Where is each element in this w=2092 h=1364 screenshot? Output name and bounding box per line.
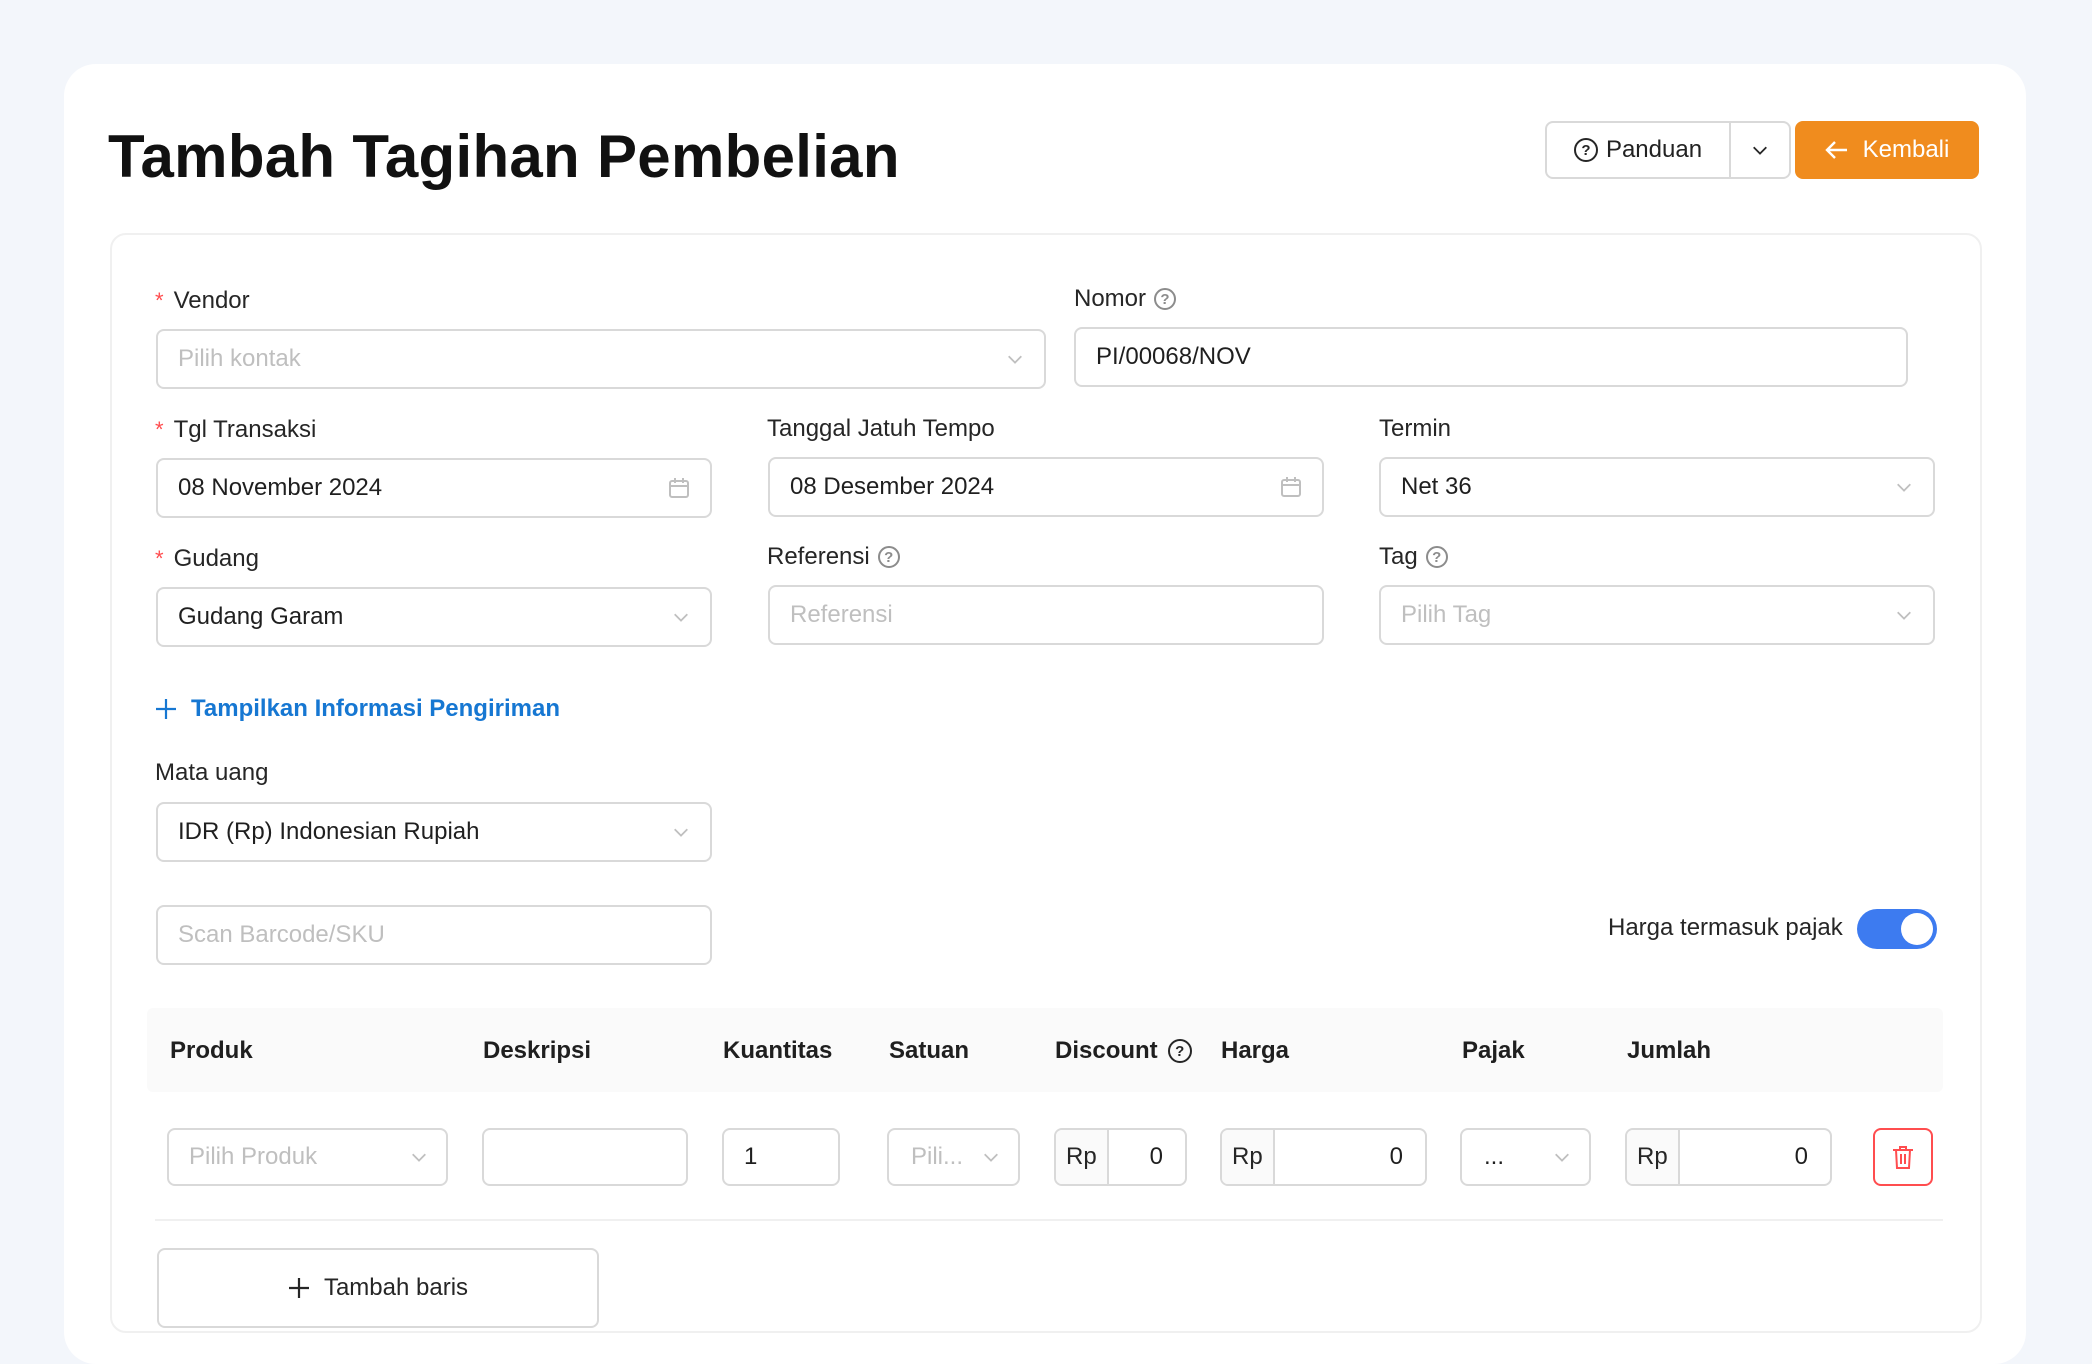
chevron-down-icon <box>1555 1153 1569 1162</box>
termin-label: Termin <box>1379 415 1452 442</box>
required-asterisk: * <box>155 417 164 442</box>
calendar-icon <box>669 478 689 498</box>
col-header-satuan: Satuan <box>889 1037 970 1064</box>
jatuh-tempo-label: Tanggal Jatuh Tempo <box>767 415 995 442</box>
help-circle-icon[interactable]: ? <box>1167 1039 1192 1063</box>
currency-addon: Rp <box>1222 1130 1275 1184</box>
gudang-label: * Gudang <box>155 545 259 572</box>
help-circle-icon[interactable]: ? <box>1154 288 1177 310</box>
pajak-select[interactable]: ... <box>1460 1128 1591 1186</box>
col-header-produk: Produk <box>170 1037 253 1064</box>
chevron-down-icon <box>984 1153 998 1162</box>
chevron-down-icon <box>674 828 688 837</box>
show-shipping-info-link[interactable]: Tampilkan Informasi Pengiriman <box>155 695 560 723</box>
discount-input[interactable]: Rp 0 <box>1054 1128 1187 1186</box>
mata-uang-label: Mata uang <box>155 759 269 786</box>
add-row-button[interactable]: Tambah baris <box>157 1248 599 1328</box>
vendor-label: * Vendor <box>155 287 250 314</box>
referensi-input[interactable]: Referensi <box>768 585 1324 645</box>
nomor-input[interactable]: PI/00068/NOV <box>1074 327 1908 387</box>
jatuh-tempo-datepicker[interactable]: 08 Desember 2024 <box>768 457 1324 517</box>
row-divider <box>155 1219 1943 1221</box>
col-header-harga: Harga <box>1221 1037 1290 1064</box>
chevron-down-icon <box>1008 355 1022 364</box>
satuan-select[interactable]: Pili... <box>887 1128 1020 1186</box>
delete-row-button[interactable] <box>1873 1128 1933 1186</box>
guide-button-group: ? Panduan <box>1545 121 1791 179</box>
guide-button[interactable]: ? Panduan <box>1545 121 1731 179</box>
col-header-jumlah: Jumlah <box>1627 1037 1712 1064</box>
nomor-label: Nomor ? <box>1074 285 1177 313</box>
back-button[interactable]: Kembali <box>1795 121 1979 179</box>
required-asterisk: * <box>155 288 164 313</box>
page-title: Tambah Tagihan Pembelian <box>108 123 900 190</box>
col-header-pajak: Pajak <box>1462 1037 1525 1064</box>
chevron-down-icon <box>1897 483 1911 492</box>
toggle-knob <box>1901 913 1933 945</box>
harga-input[interactable]: Rp 0 <box>1220 1128 1427 1186</box>
tag-label: Tag ? <box>1379 543 1448 571</box>
produk-select[interactable]: Pilih Produk <box>167 1128 448 1186</box>
referensi-label: Referensi ? <box>767 543 900 571</box>
currency-addon: Rp <box>1056 1130 1109 1184</box>
deskripsi-input[interactable] <box>482 1128 688 1186</box>
guide-button-label: Panduan <box>1605 136 1703 163</box>
plus-icon <box>288 1278 309 1298</box>
plus-icon <box>156 699 176 719</box>
tax-inclusive-label: Harga termasuk pajak <box>1608 914 1843 941</box>
arrow-left-icon <box>1824 141 1847 159</box>
trash-icon <box>1893 1146 1913 1169</box>
jumlah-input[interactable]: Rp 0 <box>1625 1128 1832 1186</box>
chevron-down-icon <box>1897 611 1911 620</box>
vendor-select[interactable]: Pilih kontak <box>156 329 1046 389</box>
chevron-down-icon <box>1753 146 1767 155</box>
help-circle-icon[interactable]: ? <box>877 546 900 568</box>
currency-addon: Rp <box>1627 1130 1680 1184</box>
help-circle-icon: ? <box>1573 138 1598 162</box>
back-button-label: Kembali <box>1862 136 1950 163</box>
kuantitas-input[interactable]: 1 <box>722 1128 840 1186</box>
col-header-discount: Discount ? <box>1055 1037 1192 1065</box>
chevron-down-icon <box>674 613 688 622</box>
termin-select[interactable]: Net 36 <box>1379 457 1935 517</box>
required-asterisk: * <box>155 546 164 571</box>
col-header-deskripsi: Deskripsi <box>483 1037 592 1064</box>
tag-select[interactable]: Pilih Tag <box>1379 585 1935 645</box>
gudang-select[interactable]: Gudang Garam <box>156 587 712 647</box>
col-header-kuantitas: Kuantitas <box>723 1037 833 1064</box>
help-circle-icon[interactable]: ? <box>1425 546 1448 568</box>
calendar-icon <box>1281 477 1301 497</box>
tgl-transaksi-label: * Tgl Transaksi <box>155 416 317 443</box>
mata-uang-select[interactable]: IDR (Rp) Indonesian Rupiah <box>156 802 712 862</box>
scan-barcode-input[interactable]: Scan Barcode/SKU <box>156 905 712 965</box>
tgl-transaksi-datepicker[interactable]: 08 November 2024 <box>156 458 712 518</box>
chevron-down-icon <box>412 1153 426 1162</box>
tax-inclusive-toggle[interactable] <box>1857 909 1937 949</box>
guide-dropdown-button[interactable] <box>1731 121 1791 179</box>
